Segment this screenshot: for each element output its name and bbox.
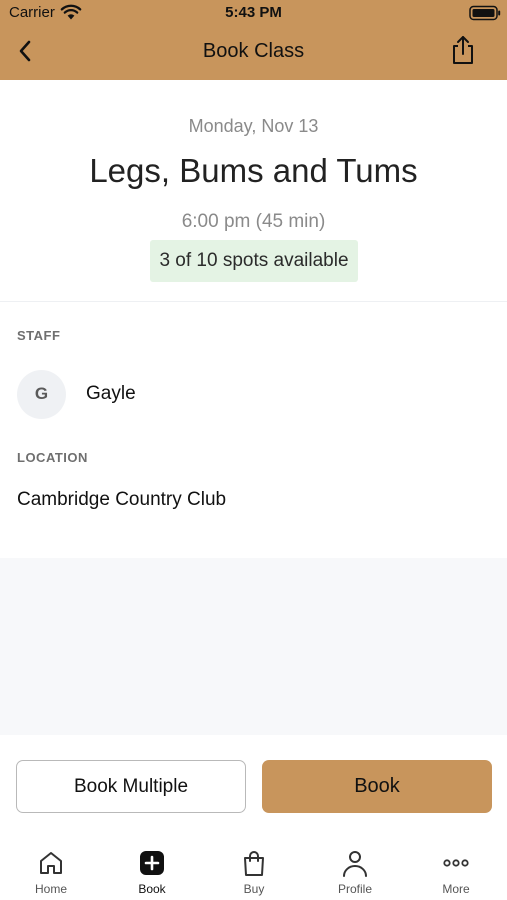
book-multiple-button[interactable]: Book Multiple	[16, 760, 246, 813]
spots-available-badge: 3 of 10 spots available	[150, 240, 358, 282]
tab-book[interactable]: Book	[112, 849, 192, 899]
class-summary: Monday, Nov 13 Legs, Bums and Tums 6:00 …	[0, 80, 507, 302]
tab-more-label: More	[442, 882, 470, 896]
status-time: 5:43 PM	[225, 4, 282, 21]
class-date: Monday, Nov 13	[188, 116, 319, 136]
staff-name: Gayle	[86, 383, 136, 404]
book-button[interactable]: Book	[262, 760, 492, 813]
navigation-bar: Book Class	[0, 24, 507, 80]
tab-buy[interactable]: Buy	[214, 849, 294, 899]
tab-home-label: Home	[34, 882, 67, 896]
class-time: 6:00 pm (45 min)	[181, 211, 326, 232]
home-icon	[40, 852, 62, 874]
tab-more[interactable]: More	[416, 849, 496, 899]
page-title: Book Class	[202, 40, 305, 62]
empty-area	[0, 558, 507, 735]
staff-section-label: STAFF	[17, 328, 61, 343]
tab-buy-label: Buy	[243, 882, 265, 896]
share-icon	[453, 36, 473, 64]
person-icon	[343, 851, 367, 877]
tab-book-label: Book	[138, 882, 166, 896]
more-dots-icon	[443, 859, 469, 867]
shopping-bag-icon	[244, 851, 264, 876]
plus-square-icon	[140, 851, 164, 875]
tab-bar: Home Book Buy Profile More	[0, 835, 507, 900]
action-bar: Book Multiple Book	[0, 735, 507, 835]
tab-profile-label: Profile	[337, 882, 372, 896]
tab-home[interactable]: Home	[11, 849, 91, 899]
tab-profile[interactable]: Profile	[315, 849, 395, 899]
battery-icon	[469, 5, 501, 21]
avatar: G	[17, 369, 66, 419]
location-name: Cambridge Country Club	[17, 489, 227, 510]
class-name: Legs, Bums and Tums	[89, 152, 418, 189]
app-header: Carrier 5:43 PM Book Class	[0, 0, 507, 80]
staff-row[interactable]: G Gayle	[17, 369, 136, 419]
location-section-label: LOCATION	[17, 450, 88, 465]
share-button[interactable]	[446, 32, 480, 68]
status-bar: Carrier 5:43 PM	[0, 0, 507, 24]
